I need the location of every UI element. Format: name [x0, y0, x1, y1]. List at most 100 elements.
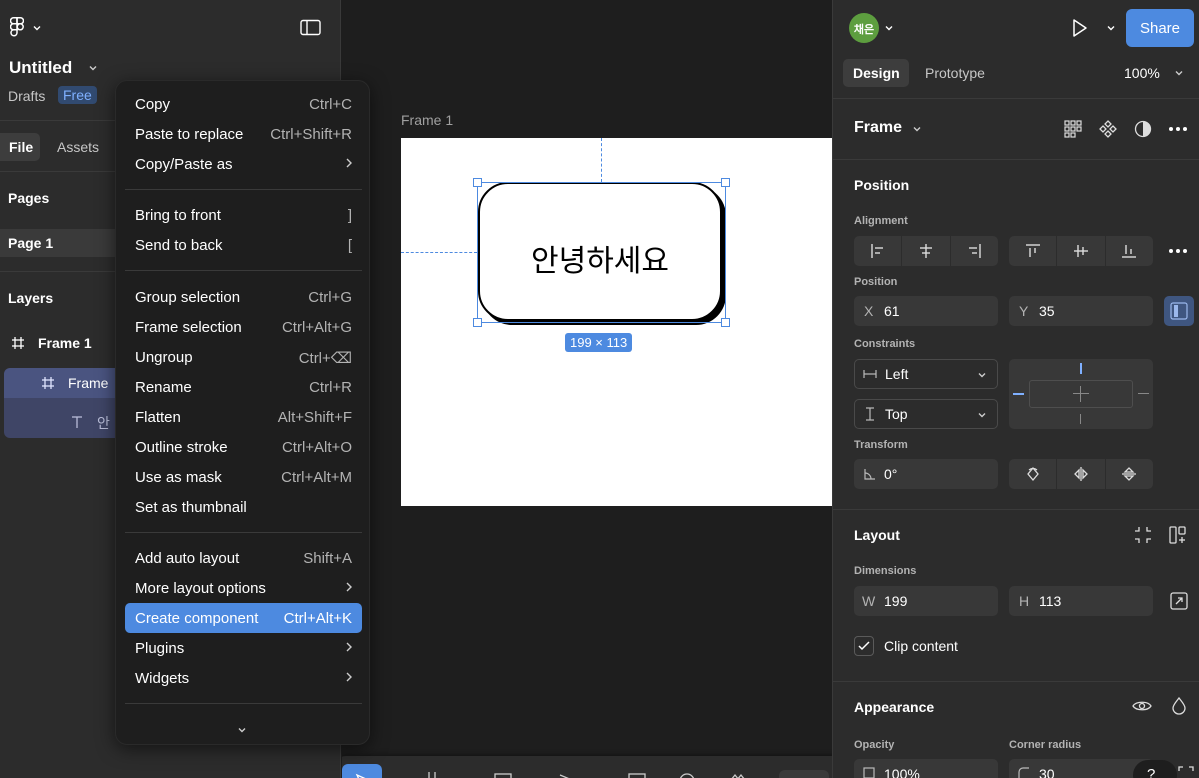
- clip-content-label[interactable]: Clip content: [884, 638, 958, 654]
- x-value: 61: [884, 303, 900, 319]
- menu-item-rename[interactable]: Rename Ctrl+R: [125, 372, 362, 402]
- dev-mode-toggle[interactable]: [779, 770, 829, 778]
- toggle-sidebar-button[interactable]: [299, 17, 323, 39]
- menu-item-flatten[interactable]: Flatten Alt+Shift+F: [125, 402, 362, 432]
- frame-tool-button[interactable]: [424, 772, 442, 778]
- chevron-down-icon[interactable]: [1174, 68, 1184, 78]
- frame-type-dropdown[interactable]: Frame: [854, 119, 902, 137]
- menu-item-use-as-mask[interactable]: Use as mask Ctrl+Alt+M: [125, 462, 362, 492]
- menu-item-paste-to-replace[interactable]: Paste to replace Ctrl+Shift+R: [125, 119, 362, 149]
- drop-icon[interactable]: [1172, 697, 1186, 715]
- menu-item-set-as-thumbnail[interactable]: Set as thumbnail: [125, 492, 362, 522]
- pen-tool-button[interactable]: [558, 773, 578, 778]
- more-icon[interactable]: [1168, 248, 1188, 254]
- width-field[interactable]: W 199: [854, 586, 998, 616]
- constraint-left-indicator[interactable]: [1013, 393, 1024, 395]
- zoom-level[interactable]: 100%: [1124, 65, 1160, 81]
- rotation-field[interactable]: 0°: [854, 459, 998, 489]
- comment-tool-button[interactable]: [678, 772, 698, 778]
- menu-item-widgets[interactable]: Widgets: [125, 663, 362, 693]
- flip-vertical-icon: [1122, 467, 1137, 481]
- transform-label: Transform: [854, 439, 908, 451]
- rotate-90-button[interactable]: [1009, 459, 1058, 489]
- menu-item-plugins[interactable]: Plugins: [125, 633, 362, 663]
- align-left-button[interactable]: [854, 236, 903, 266]
- menu-item-create-component[interactable]: Create component Ctrl+Alt+K: [125, 603, 362, 633]
- menu-item-copy[interactable]: Copy Ctrl+C: [125, 89, 362, 119]
- flip-horizontal-button[interactable]: [1057, 459, 1106, 489]
- shape-tool-button[interactable]: [494, 773, 514, 778]
- chevron-down-icon[interactable]: [912, 124, 922, 134]
- plan-badge: Free: [58, 86, 97, 104]
- constraint-top-indicator[interactable]: [1080, 363, 1082, 374]
- align-center-vertical-button[interactable]: [1057, 236, 1106, 266]
- tab-design[interactable]: Design: [843, 59, 909, 87]
- absolute-position-button[interactable]: [1164, 296, 1194, 326]
- resize-handle[interactable]: [473, 178, 482, 187]
- constraints-widget[interactable]: [1009, 359, 1153, 429]
- tab-file[interactable]: File: [0, 133, 40, 161]
- align-right-button[interactable]: [951, 236, 998, 266]
- chevron-down-icon[interactable]: [884, 23, 894, 33]
- x-position-field[interactable]: X 61: [854, 296, 998, 326]
- text-tool-button[interactable]: [628, 773, 648, 778]
- align-center-horizontal-button[interactable]: [902, 236, 951, 266]
- frame-label[interactable]: Frame 1: [401, 112, 453, 128]
- auto-layout-icon[interactable]: [1169, 526, 1187, 544]
- constraint-vertical-select[interactable]: Top: [854, 399, 998, 429]
- more-icon[interactable]: [1168, 126, 1188, 132]
- eye-icon[interactable]: [1132, 699, 1152, 713]
- resize-to-fit-icon[interactable]: [1170, 592, 1188, 610]
- resize-handle[interactable]: [721, 318, 730, 327]
- menu-item-send-to-back[interactable]: Send to back [: [125, 230, 362, 260]
- menu-item-copy-paste-as[interactable]: Copy/Paste as: [125, 149, 362, 179]
- component-icon[interactable]: [1099, 120, 1117, 138]
- menu-item-group-selection[interactable]: Group selection Ctrl+G: [125, 282, 362, 312]
- align-bottom-button[interactable]: [1106, 236, 1153, 266]
- resize-handle[interactable]: [721, 178, 730, 187]
- opacity-field[interactable]: 100%: [854, 759, 998, 778]
- layout-grid-icon[interactable]: [1064, 120, 1082, 138]
- clip-content-checkbox[interactable]: [854, 636, 874, 656]
- menu-item-ungroup[interactable]: Ungroup Ctrl+⌫: [125, 342, 362, 372]
- menu-item-frame-selection[interactable]: Frame selection Ctrl+Alt+G: [125, 312, 362, 342]
- tab-prototype[interactable]: Prototype: [925, 65, 985, 81]
- constraint-right-indicator[interactable]: [1138, 393, 1149, 394]
- frame-tool-icon: [428, 772, 436, 778]
- canvas[interactable]: Frame 1 안녕하세요 199 × 113: [342, 0, 832, 778]
- constraint-horizontal-select[interactable]: Left: [854, 359, 998, 389]
- menu-item-shortcut: [: [347, 237, 352, 254]
- file-title[interactable]: Untitled: [9, 58, 72, 78]
- y-position-field[interactable]: Y 35: [1009, 296, 1153, 326]
- align-top-button[interactable]: [1009, 236, 1058, 266]
- present-button[interactable]: [1069, 16, 1091, 40]
- menu-item-label: Copy/Paste as: [135, 156, 233, 173]
- file-title-chevron-icon[interactable]: [88, 63, 98, 73]
- constraint-bottom-indicator[interactable]: [1080, 414, 1081, 424]
- share-button[interactable]: Share: [1126, 9, 1194, 47]
- help-button[interactable]: ?: [1133, 760, 1177, 778]
- constraint-center-h: [1073, 393, 1089, 394]
- file-location[interactable]: Drafts: [8, 88, 45, 104]
- avatar[interactable]: 채은: [849, 13, 879, 43]
- w-label: W: [862, 593, 876, 609]
- menu-scroll-down-button[interactable]: [229, 721, 255, 739]
- layer-label: Frame 1: [38, 335, 92, 351]
- resize-handle[interactable]: [473, 318, 482, 327]
- move-tool-button[interactable]: [342, 764, 382, 778]
- contrast-icon[interactable]: [1134, 120, 1152, 138]
- collapse-icon[interactable]: [1134, 526, 1152, 544]
- constraints-label: Constraints: [854, 338, 916, 350]
- main-menu-button[interactable]: [8, 16, 44, 40]
- tab-assets[interactable]: Assets: [57, 139, 99, 155]
- menu-item-bring-to-front[interactable]: Bring to front ]: [125, 200, 362, 230]
- flip-vertical-button[interactable]: [1106, 459, 1153, 489]
- menu-item-outline-stroke[interactable]: Outline stroke Ctrl+Alt+O: [125, 432, 362, 462]
- actions-tool-button[interactable]: [728, 772, 748, 778]
- corner-radius-field[interactable]: 30: [1009, 759, 1153, 778]
- chevron-down-icon[interactable]: [1106, 23, 1116, 33]
- menu-item-more-layout-options[interactable]: More layout options: [125, 573, 362, 603]
- fullscreen-icon[interactable]: [1178, 766, 1194, 778]
- menu-item-add-auto-layout[interactable]: Add auto layout Shift+A: [125, 543, 362, 573]
- height-field[interactable]: H 113: [1009, 586, 1153, 616]
